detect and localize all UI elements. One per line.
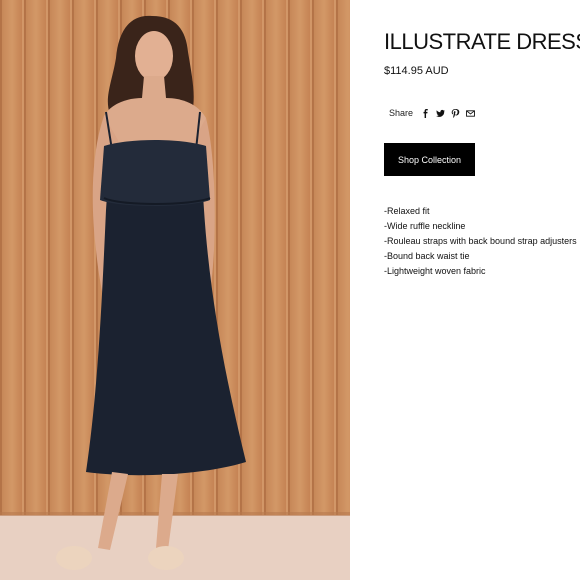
- feature-item: -Lightweight woven fabric: [384, 266, 486, 276]
- shop-collection-button[interactable]: Shop Collection: [384, 143, 475, 176]
- product-info-panel: ILLUSTRATE DRESS $114.95 AUD Share Shop …: [350, 0, 580, 580]
- share-bar: Share: [389, 108, 481, 118]
- product-photo: [0, 0, 350, 580]
- feature-item: -Rouleau straps with back bound strap ad…: [384, 236, 577, 246]
- email-icon[interactable]: [466, 109, 475, 118]
- twitter-icon[interactable]: [436, 109, 446, 118]
- feature-item: -Wide ruffle neckline: [384, 221, 466, 231]
- feature-item: -Bound back waist tie: [384, 251, 470, 261]
- feature-item: -Relaxed fit: [384, 206, 430, 216]
- facebook-icon[interactable]: [421, 108, 430, 118]
- pinterest-icon[interactable]: [451, 108, 460, 118]
- model-wearing-dress-image: [0, 0, 350, 580]
- share-label: Share: [389, 108, 414, 118]
- product-price: $114.95 AUD: [384, 65, 449, 77]
- product-title: ILLUSTRATE DRESS: [384, 29, 580, 54]
- feature-list: -Relaxed fit -Wide ruffle neckline -Roul…: [384, 204, 577, 279]
